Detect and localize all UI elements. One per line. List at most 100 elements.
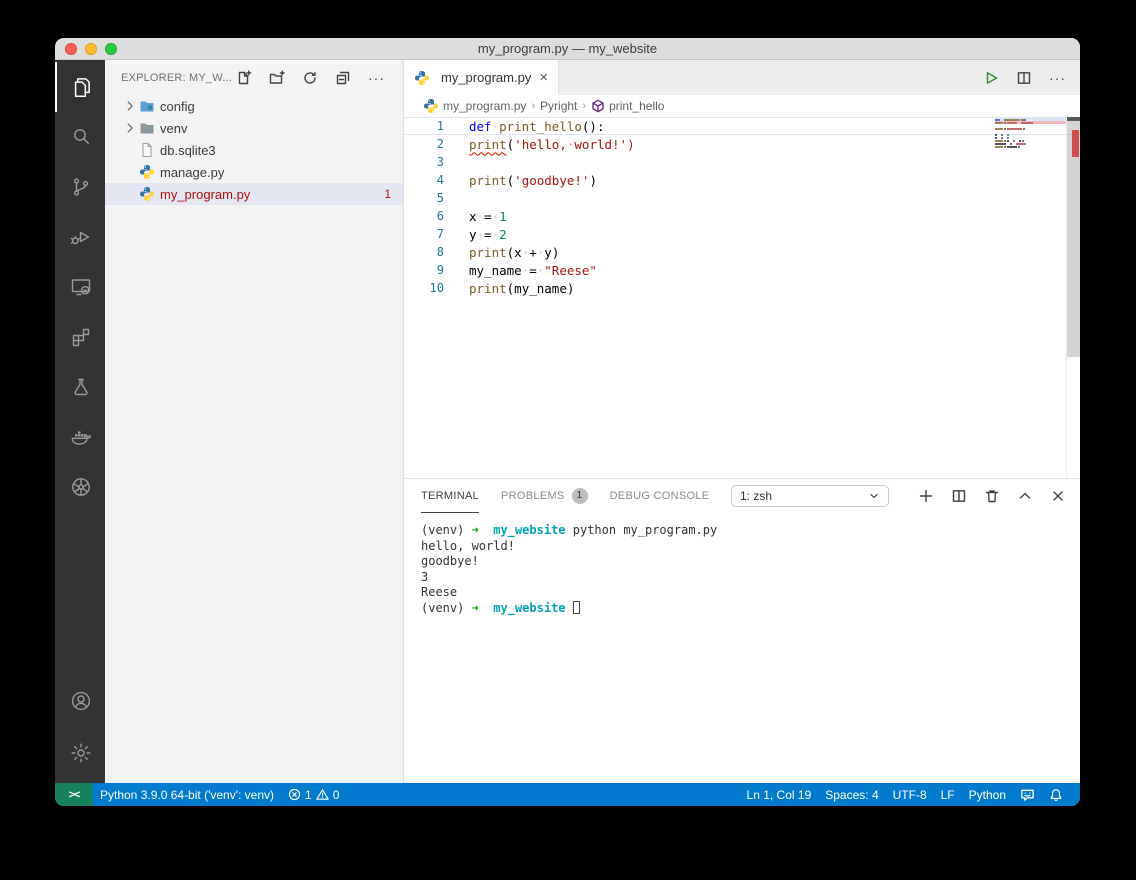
new-file-button[interactable] — [236, 70, 252, 86]
terminal-line: hello, world! — [421, 539, 1080, 555]
line-number: 6 — [404, 209, 444, 223]
terminal-shell-select[interactable]: 1: zsh — [731, 485, 889, 507]
status-feedback-button[interactable] — [1013, 783, 1042, 806]
docker-icon — [69, 425, 93, 449]
status-bar-left: >< Python 3.9.0 64-bit ('venv': venv) 10 — [55, 783, 346, 806]
python-interpreter-item[interactable]: Python 3.9.0 64-bit ('venv': venv) — [93, 783, 281, 806]
titlebar[interactable]: my_program.py — my_website — [55, 38, 1080, 60]
tab-my-program-py[interactable]: my_program.py × — [404, 60, 559, 95]
folder-icon — [139, 120, 155, 136]
bell-icon — [1049, 788, 1063, 802]
line-number: 4 — [404, 173, 444, 187]
line-number: 8 — [404, 245, 444, 259]
editor-area: my_program.py × ··· my_program.py›Pyrigh… — [403, 60, 1080, 783]
remote-indicator[interactable]: >< — [55, 783, 93, 806]
new-folder-button[interactable] — [269, 70, 285, 86]
activity-item-settings[interactable] — [55, 727, 105, 779]
split-editor-button[interactable] — [1016, 70, 1032, 86]
run-and-debug-icon — [69, 225, 93, 249]
maximize-panel-button[interactable] — [1017, 488, 1033, 504]
status-cursor-position[interactable]: Ln 1, Col 19 — [740, 783, 819, 806]
more-button[interactable]: ··· — [368, 74, 385, 82]
breadcrumb-item-my-program-py[interactable]: my_program.py — [423, 98, 526, 114]
terminal-content[interactable]: (venv) ➜ my_website python my_program.py… — [404, 513, 1080, 783]
panel-tab-terminal[interactable]: TERMINAL — [421, 479, 479, 513]
code-line-9: 9my_name·=·"Reese" — [404, 261, 1080, 279]
tree-item-label: venv — [160, 121, 391, 136]
activity-item-accounts[interactable] — [55, 675, 105, 727]
status-indentation[interactable]: Spaces: 4 — [818, 783, 885, 806]
refresh-button[interactable] — [302, 70, 318, 86]
status-eol[interactable]: LF — [934, 783, 962, 806]
zoom-window-button[interactable] — [105, 43, 117, 55]
panel-header: TERMINAL PROBLEMS1 DEBUG CONSOLE 1: zsh — [404, 479, 1080, 513]
explorer-actions: ··· — [236, 70, 387, 86]
status-eol-label: LF — [941, 788, 955, 802]
code-text: my_name·=·"Reese" — [444, 263, 597, 278]
activity-bar — [55, 60, 105, 783]
chevron-down-icon — [868, 490, 880, 502]
window-controls — [65, 38, 117, 59]
remote-explorer-icon — [69, 275, 93, 299]
minimap[interactable] — [995, 117, 1066, 148]
status-bell-button[interactable] — [1042, 783, 1070, 806]
more-button[interactable]: ··· — [1049, 74, 1066, 82]
activity-item-source-control[interactable] — [55, 162, 105, 212]
problems-badge: 1 — [572, 488, 588, 504]
extensions-icon — [69, 325, 93, 349]
problems-count-badge: 1 — [384, 187, 391, 201]
collapse-all-button[interactable] — [335, 70, 351, 86]
tree-item-config[interactable]: config — [105, 95, 403, 117]
code-line-8: 8print(x·+·y) — [404, 243, 1080, 261]
tree-item-db-sqlite3[interactable]: db.sqlite3 — [105, 139, 403, 161]
activity-item-kubernetes[interactable] — [55, 462, 105, 512]
problems-item[interactable]: 10 — [281, 783, 346, 806]
tree-item-manage-py[interactable]: manage.py — [105, 161, 403, 183]
terminal-line: (venv) ➜ my_website — [421, 601, 1080, 617]
run-button[interactable] — [983, 70, 999, 86]
terminal-line: (venv) ➜ my_website python my_program.py — [421, 523, 1080, 539]
tree-item-label: my_program.py — [160, 187, 384, 202]
activity-item-search[interactable] — [55, 112, 105, 162]
close-window-button[interactable] — [65, 43, 77, 55]
python-icon — [139, 164, 155, 180]
code-editor[interactable]: 1def·print_hello():2print('hello,·world!… — [404, 117, 1080, 478]
panel-tab-debug-console[interactable]: DEBUG CONSOLE — [610, 479, 710, 513]
activity-item-extensions[interactable] — [55, 312, 105, 362]
explorer-sidebar: EXPLORER: MY_W... ··· configvenvdb.sqlit… — [105, 60, 403, 783]
code-lines: 1def·print_hello():2print('hello,·world!… — [404, 117, 1080, 297]
line-number: 7 — [404, 227, 444, 241]
code-text: def·print_hello(): — [444, 119, 604, 134]
code-text: print('goodbye!') — [444, 173, 597, 188]
status-encoding-label: UTF-8 — [893, 788, 927, 802]
close-panel-button[interactable] — [1050, 488, 1066, 504]
editor-scrollbar[interactable] — [1066, 117, 1080, 478]
code-line-10: 10print(my_name) — [404, 279, 1080, 297]
status-indentation-label: Spaces: 4 — [825, 788, 878, 802]
terminal-line: Reese — [421, 585, 1080, 601]
status-encoding[interactable]: UTF-8 — [886, 783, 934, 806]
tree-item-my-program-py[interactable]: my_program.py1 — [105, 183, 403, 205]
kill-terminal-button[interactable] — [984, 488, 1000, 504]
activity-item-remote-explorer[interactable] — [55, 262, 105, 312]
breadcrumb-item-print-hello[interactable]: print_hello — [591, 99, 664, 113]
new-terminal-button[interactable] — [918, 488, 934, 504]
minimize-window-button[interactable] — [85, 43, 97, 55]
python-file-icon — [414, 70, 430, 86]
terminal-line: 3 — [421, 570, 1080, 586]
editor-actions: ··· — [983, 60, 1080, 95]
activity-item-run-and-debug[interactable] — [55, 212, 105, 262]
split-terminal-button[interactable] — [951, 488, 967, 504]
activity-item-explorer[interactable] — [55, 62, 105, 112]
tree-item-venv[interactable]: venv — [105, 117, 403, 139]
breadcrumb-item-Pyright[interactable]: Pyright — [540, 99, 577, 113]
vscode-window: my_program.py — my_website EXPLORER: MY_… — [55, 38, 1080, 806]
code-text: print(my_name) — [444, 281, 574, 296]
close-tab-icon[interactable]: × — [539, 70, 548, 85]
testing-icon — [69, 375, 93, 399]
code-line-7: 7y·=·2 — [404, 225, 1080, 243]
activity-item-testing[interactable] — [55, 362, 105, 412]
activity-item-docker[interactable] — [55, 412, 105, 462]
panel-tab-problems[interactable]: PROBLEMS1 — [501, 479, 588, 513]
status-language-mode[interactable]: Python — [962, 783, 1013, 806]
